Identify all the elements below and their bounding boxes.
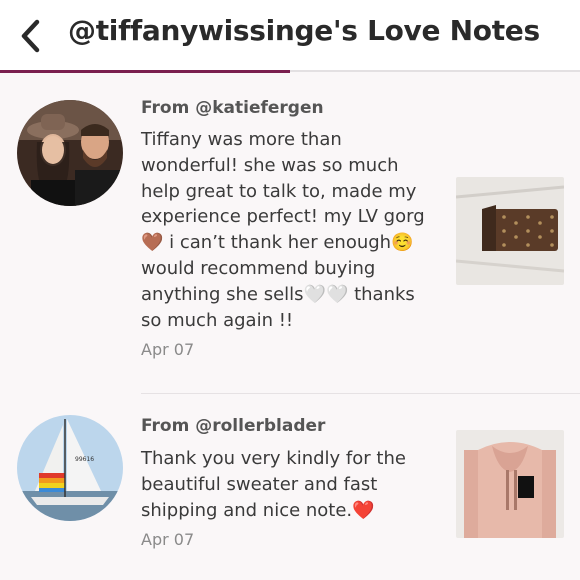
note-message: Thank you very kindly for the beautiful …: [141, 446, 441, 523]
message-line: help great to talk to, made my: [141, 180, 417, 202]
note-divider: [141, 393, 580, 394]
svg-text:99616: 99616: [75, 456, 94, 463]
message-line: experience perfect! my LV gorg: [141, 206, 425, 228]
message-line: 🤎 i can’t thank her enough☺️: [141, 232, 414, 254]
header-bar: @tiffanywissinge's Love Notes: [0, 0, 580, 70]
message-line: beautiful sweater and fast: [141, 473, 378, 495]
avatar[interactable]: [17, 100, 123, 206]
message-line: Tiffany was more than: [141, 129, 342, 150]
avatar[interactable]: 99616: [17, 415, 123, 521]
note-date: Apr 07: [141, 340, 195, 359]
chevron-left-icon: [21, 19, 40, 53]
message-line: anything she sells🤍🤍 thanks: [141, 283, 415, 305]
page-title: @tiffanywissinge's Love Notes: [68, 14, 540, 47]
sender-username[interactable]: From @rollerblader: [141, 416, 325, 436]
message-line: Thank you very kindly for the: [141, 448, 406, 469]
message-line: so much again !!: [141, 309, 294, 331]
active-tab-indicator: [0, 70, 290, 73]
message-line: would recommend buying: [141, 257, 376, 279]
message-line: wonderful! she was so much: [141, 154, 399, 176]
note-message: Tiffany was more than wonderful! she was…: [141, 127, 441, 333]
listing-thumbnail[interactable]: [456, 177, 564, 285]
sender-username[interactable]: From @katiefergen: [141, 98, 324, 118]
listing-thumbnail[interactable]: [456, 430, 564, 538]
back-button[interactable]: [12, 16, 48, 56]
message-line: shipping and nice note.❤️: [141, 499, 375, 521]
note-date: Apr 07: [141, 530, 195, 549]
